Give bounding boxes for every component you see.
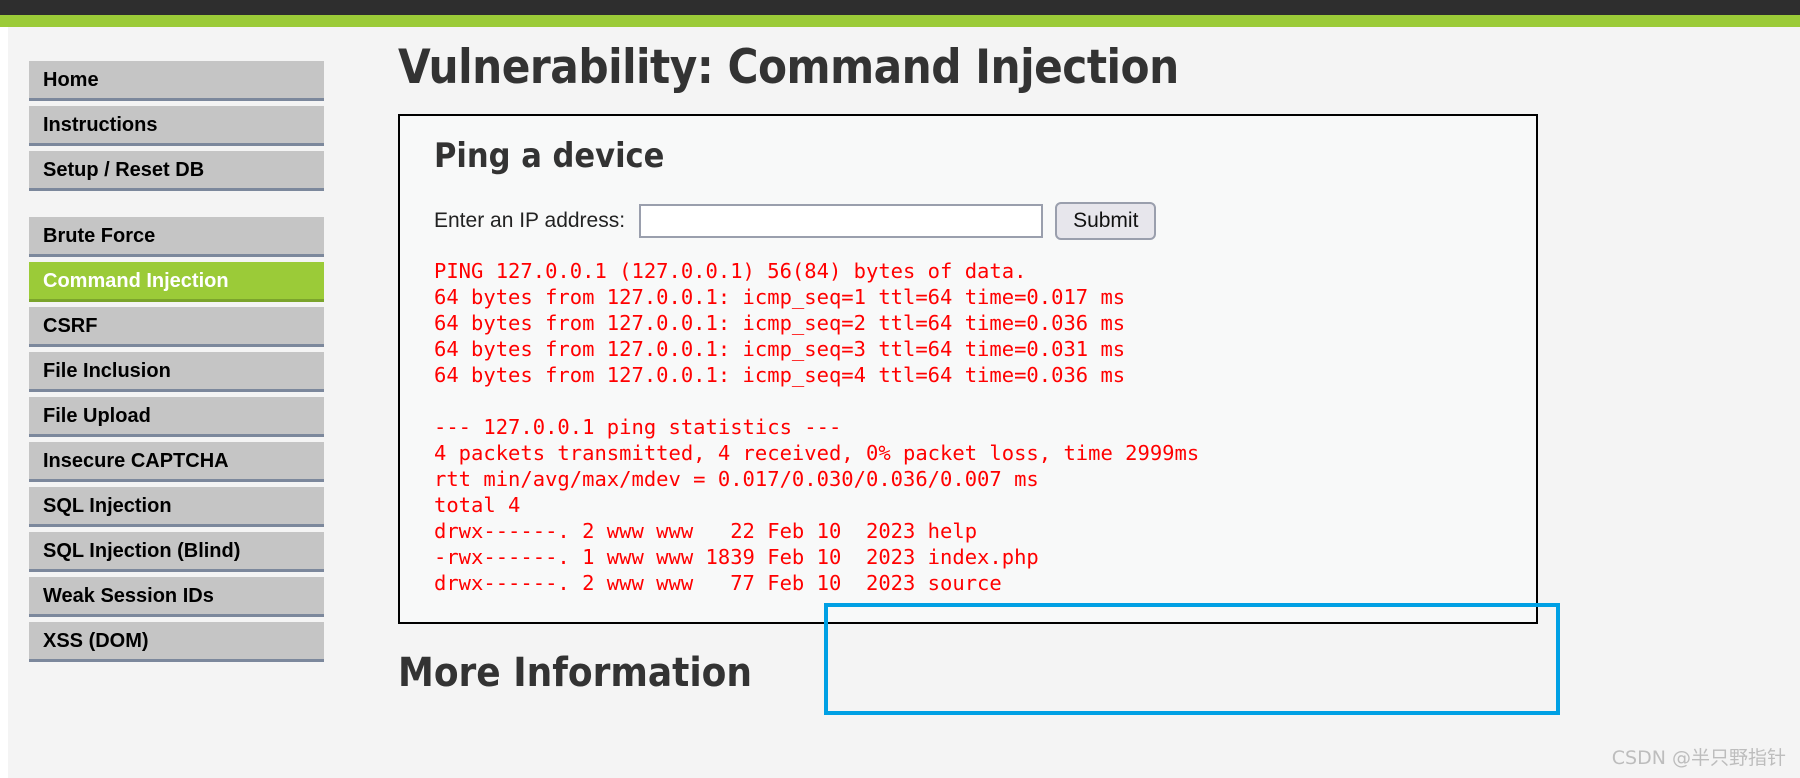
sidebar-item-file-inclusion[interactable]: File Inclusion — [29, 352, 324, 392]
sidebar-item-sql-injection-blind[interactable]: SQL Injection (Blind) — [29, 532, 324, 572]
sidebar-navigation: Home Instructions Setup / Reset DB Brute Fo… — [29, 61, 324, 667]
sidebar-item-weak-session-ids[interactable]: Weak Session IDs — [29, 577, 324, 617]
page-title: Vulnerability: Command Injection — [398, 40, 1179, 95]
terminal-line: 64 bytes from 127.0.0.1: icmp_seq=2 ttl=… — [434, 311, 1126, 336]
submit-button[interactable]: Submit — [1055, 202, 1157, 241]
vulnerability-panel: Ping a device Enter an IP address: Submi… — [398, 114, 1560, 716]
ping-command-output: PING 127.0.0.1 (127.0.0.1) 56(84) bytes … — [434, 258, 1536, 596]
sidebar-item-setup-reset-db[interactable]: Setup / Reset DB — [29, 151, 324, 191]
sidebar-item-csrf[interactable]: CSRF — [29, 307, 324, 347]
main-content: Vulnerability: Command Injection Ping a … — [398, 40, 1768, 716]
sidebar-item-home[interactable]: Home — [29, 61, 324, 101]
terminal-line: rtt min/avg/max/mdev = 0.017/0.030/0.036… — [434, 467, 1039, 492]
sidebar-item-file-upload[interactable]: File Upload — [29, 397, 324, 437]
terminal-line: PING 127.0.0.1 (127.0.0.1) 56(84) bytes … — [434, 259, 1027, 284]
top-dark-bar — [0, 0, 1800, 15]
ping-form: Enter an IP address: Submit — [434, 202, 1536, 241]
terminal-line: 4 packets transmitted, 4 received, 0% pa… — [434, 441, 1200, 466]
sidebar-item-instructions[interactable]: Instructions — [29, 106, 324, 146]
panel-heading: Ping a device — [434, 136, 665, 177]
sidebar-item-sql-injection[interactable]: SQL Injection — [29, 487, 324, 527]
terminal-line: -rwx------. 1 www www 1839 Feb 10 2023 i… — [434, 545, 1039, 570]
ip-address-input[interactable] — [639, 204, 1044, 239]
terminal-line: 64 bytes from 127.0.0.1: icmp_seq=4 ttl=… — [434, 363, 1126, 388]
sidebar-item-command-injection[interactable]: Command Injection — [29, 262, 324, 302]
top-green-accent-bar — [0, 15, 1800, 27]
sidebar-item-xss-dom[interactable]: XSS (DOM) — [29, 622, 324, 662]
left-gutter — [0, 27, 8, 778]
terminal-line: --- 127.0.0.1 ping statistics --- — [434, 415, 842, 440]
terminal-line: total 4 — [434, 493, 521, 518]
more-information-heading: More Information — [398, 650, 753, 697]
page-shell: Home Instructions Setup / Reset DB Brute Fo… — [0, 27, 1800, 778]
csdn-watermark: CSDN @半只野指针 — [1611, 747, 1786, 769]
sidebar-group-separator — [29, 196, 324, 217]
sidebar-item-insecure-captcha[interactable]: Insecure CAPTCHA — [29, 442, 324, 482]
terminal-line: drwx------. 2 www www 77 Feb 10 2023 sou… — [434, 571, 1002, 596]
ip-address-label: Enter an IP address: — [434, 209, 626, 233]
terminal-line: 64 bytes from 127.0.0.1: icmp_seq=3 ttl=… — [434, 337, 1126, 362]
terminal-line: drwx------. 2 www www 22 Feb 10 2023 hel… — [434, 519, 978, 544]
terminal-line: 64 bytes from 127.0.0.1: icmp_seq=1 ttl=… — [434, 285, 1126, 310]
sidebar-item-brute-force[interactable]: Brute Force — [29, 217, 324, 257]
